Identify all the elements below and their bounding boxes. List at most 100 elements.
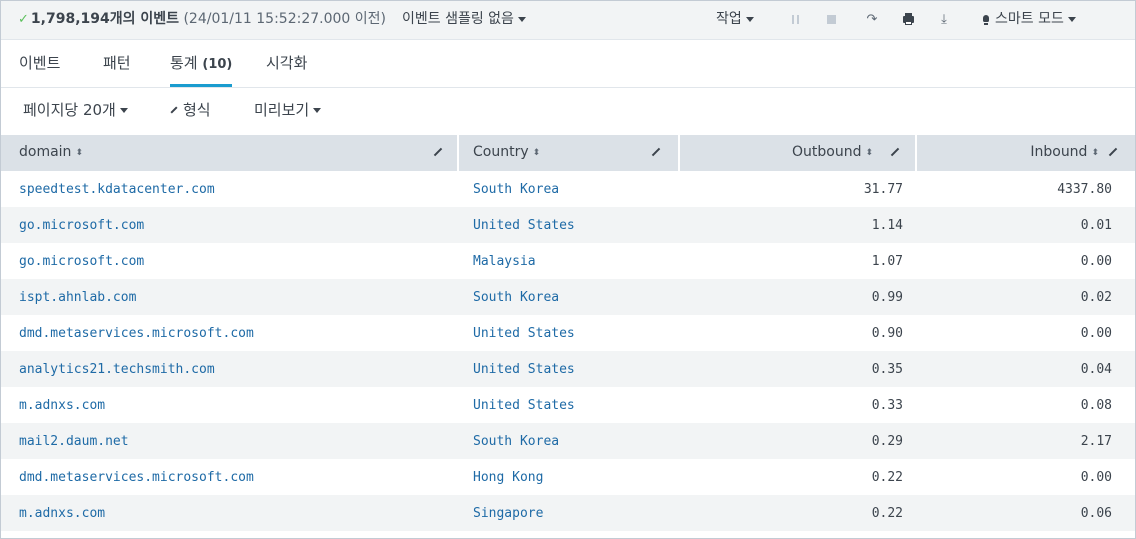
chevron-down-icon	[119, 108, 128, 113]
format-button[interactable]: 형식	[170, 88, 211, 132]
outbound-cell[interactable]: 0.22	[679, 495, 916, 531]
pause-icon	[791, 15, 799, 24]
table-body: speedtest.kdatacenter.com South Korea 31…	[1, 171, 1135, 531]
column-header-label: Country	[473, 144, 529, 160]
stop-button[interactable]	[821, 1, 841, 39]
sort-icon[interactable]: ⬍	[75, 148, 83, 158]
edit-column-icon[interactable]	[1108, 147, 1118, 157]
share-button[interactable]: ↷	[862, 1, 882, 39]
outbound-cell[interactable]: 0.90	[679, 315, 916, 351]
sort-icon[interactable]: ⬍	[533, 148, 541, 158]
print-button[interactable]	[898, 1, 918, 39]
domain-cell[interactable]: dmd.metaservices.microsoft.com	[1, 315, 458, 351]
search-mode-label: 스마트 모드	[995, 11, 1064, 27]
domain-cell[interactable]: m.adnxs.com	[1, 387, 458, 423]
inbound-cell[interactable]: 0.02	[916, 279, 1135, 315]
table-row: dmd.metaservices.microsoft.com Hong Kong…	[1, 459, 1135, 495]
column-header-domain[interactable]: domain ⬍	[1, 135, 459, 171]
tab-patterns[interactable]: 패턴	[103, 40, 131, 87]
domain-cell[interactable]: speedtest.kdatacenter.com	[1, 171, 458, 207]
inbound-cell[interactable]: 0.01	[916, 207, 1135, 243]
preview-label: 미리보기	[254, 101, 310, 119]
printer-icon	[902, 13, 914, 25]
inbound-cell[interactable]: 4337.80	[916, 171, 1135, 207]
rows-per-page-dropdown[interactable]: 페이지당 20개	[23, 88, 128, 132]
domain-cell[interactable]: m.adnxs.com	[1, 495, 458, 531]
column-header-outbound[interactable]: Outbound ⬍	[679, 135, 917, 171]
domain-cell[interactable]: dmd.metaservices.microsoft.com	[1, 459, 458, 495]
inbound-cell[interactable]: 0.06	[916, 495, 1135, 531]
pause-button[interactable]	[785, 1, 805, 39]
country-cell[interactable]: United States	[458, 207, 679, 243]
outbound-cell[interactable]: 1.07	[679, 243, 916, 279]
country-cell[interactable]: South Korea	[458, 171, 679, 207]
country-cell[interactable]: Malaysia	[458, 243, 679, 279]
statistics-table: domain⬍ Country⬍ Outbound⬍ Inbound⬍	[1, 135, 1135, 531]
country-cell[interactable]: Singapore	[458, 495, 679, 531]
sort-icon[interactable]: ⬍	[865, 148, 873, 158]
column-header-country[interactable]: Country ⬍	[458, 135, 680, 171]
country-cell[interactable]: South Korea	[458, 279, 679, 315]
tab-events[interactable]: 이벤트	[19, 40, 60, 87]
chevron-down-icon	[313, 108, 322, 113]
domain-cell[interactable]: go.microsoft.com	[1, 207, 458, 243]
job-menu-button[interactable]: 작업	[716, 1, 754, 39]
event-count-summary: ✓ 1,798,194개의 이벤트 (24/01/11 15:52:27.000 …	[18, 1, 386, 39]
search-results-panel: ✓ 1,798,194개의 이벤트 (24/01/11 15:52:27.000 …	[0, 0, 1136, 539]
rows-per-page-label: 페이지당 20개	[23, 101, 116, 119]
inbound-cell[interactable]: 0.00	[916, 315, 1135, 351]
inbound-cell[interactable]: 0.00	[916, 459, 1135, 495]
preview-dropdown[interactable]: 미리보기	[254, 88, 322, 132]
tab-statistics[interactable]: 통계 (10)	[170, 40, 233, 87]
sort-icon[interactable]: ⬍	[1091, 148, 1099, 158]
outbound-cell[interactable]: 1.14	[679, 207, 916, 243]
outbound-cell[interactable]: 0.29	[679, 423, 916, 459]
domain-cell[interactable]: analytics21.techsmith.com	[1, 351, 458, 387]
export-button[interactable]: ⤓	[934, 1, 954, 39]
event-sampling-dropdown[interactable]: 이벤트 샘플링 없음	[402, 1, 526, 39]
chevron-down-icon	[745, 16, 754, 22]
tab-statistics-count: (10)	[202, 57, 233, 72]
inbound-cell[interactable]: 2.17	[916, 423, 1135, 459]
outbound-cell[interactable]: 0.35	[679, 351, 916, 387]
domain-cell[interactable]: mail2.daum.net	[1, 423, 458, 459]
outbound-cell[interactable]: 0.22	[679, 459, 916, 495]
table-row: speedtest.kdatacenter.com South Korea 31…	[1, 171, 1135, 207]
domain-cell[interactable]: ispt.ahnlab.com	[1, 279, 458, 315]
inbound-cell[interactable]: 0.04	[916, 351, 1135, 387]
event-sampling-label: 이벤트 샘플링 없음	[402, 11, 514, 27]
table-row: go.microsoft.com Malaysia 1.07 0.00	[1, 243, 1135, 279]
inbound-cell[interactable]: 0.08	[916, 387, 1135, 423]
country-cell[interactable]: South Korea	[458, 423, 679, 459]
inbound-cell[interactable]: 0.00	[916, 243, 1135, 279]
tab-visualization[interactable]: 시각화	[266, 40, 307, 87]
edit-column-icon[interactable]	[890, 147, 900, 157]
table-row: analytics21.techsmith.com United States …	[1, 351, 1135, 387]
column-header-inbound[interactable]: Inbound ⬍	[916, 135, 1135, 171]
table-row: go.microsoft.com United States 1.14 0.01	[1, 207, 1135, 243]
domain-cell[interactable]: go.microsoft.com	[1, 243, 458, 279]
event-count: 1,798,194개의 이벤트	[30, 11, 180, 27]
tab-statistics-label: 통계	[170, 54, 198, 72]
search-mode-dropdown[interactable]: 스마트 모드	[983, 1, 1076, 39]
country-cell[interactable]: United States	[458, 387, 679, 423]
share-icon: ↷	[866, 12, 878, 27]
outbound-cell[interactable]: 31.77	[679, 171, 916, 207]
table-row: mail2.daum.net South Korea 0.29 2.17	[1, 423, 1135, 459]
edit-column-icon[interactable]	[651, 147, 661, 157]
country-cell[interactable]: Hong Kong	[458, 459, 679, 495]
column-header-label: Inbound	[1030, 144, 1088, 160]
country-cell[interactable]: United States	[458, 315, 679, 351]
pencil-icon	[170, 105, 178, 114]
table-row: m.adnxs.com United States 0.33 0.08	[1, 387, 1135, 423]
chevron-down-icon	[1067, 16, 1076, 22]
edit-column-icon[interactable]	[433, 147, 443, 157]
chevron-down-icon	[517, 16, 526, 22]
outbound-cell[interactable]: 0.33	[679, 387, 916, 423]
lightbulb-icon	[983, 14, 989, 25]
column-header-label: domain	[19, 144, 72, 160]
country-cell[interactable]: United States	[458, 351, 679, 387]
table-toolbar: 페이지당 20개 형식 미리보기	[1, 88, 1135, 135]
outbound-cell[interactable]: 0.99	[679, 279, 916, 315]
download-icon: ⤓	[941, 12, 947, 27]
